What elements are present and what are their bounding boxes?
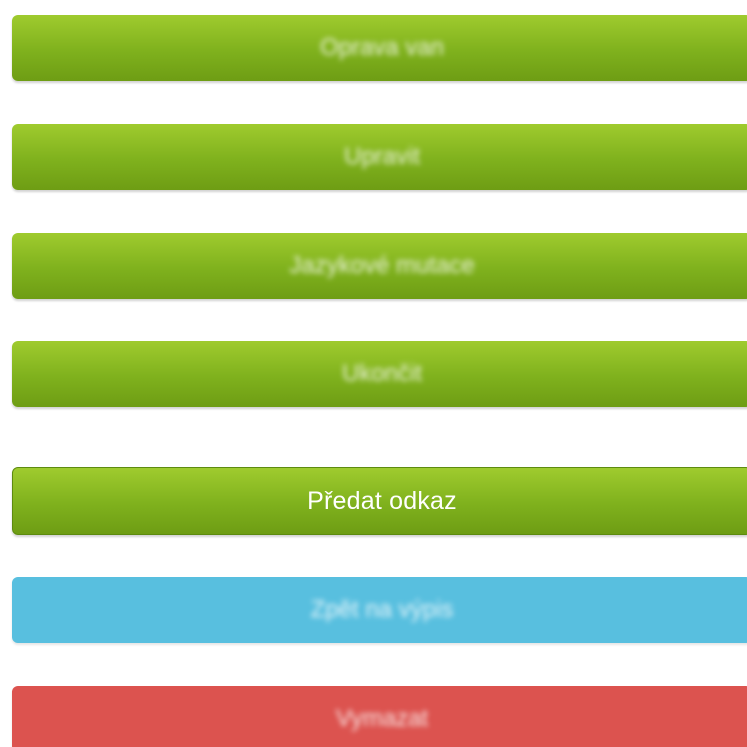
button-label: Jazykové mutace (289, 252, 475, 279)
button-label: Zpět na výpis (310, 596, 454, 623)
share-link-button[interactable]: Předat odkaz (12, 467, 747, 535)
button-stack: Oprava van Upravit Jazykové mutace Ukonč… (0, 0, 747, 747)
back-to-list-button[interactable]: Zpět na výpis (12, 577, 747, 643)
button-label: Oprava van (319, 34, 445, 61)
finish-button[interactable]: Ukončit (12, 341, 747, 407)
button-label: Vymazat (335, 705, 429, 732)
delete-button[interactable]: Vymazat (12, 686, 747, 747)
upravit-button[interactable]: Upravit (12, 124, 747, 190)
button-label: Upravit (343, 143, 421, 170)
button-label: Předat odkaz (307, 486, 457, 515)
language-versions-button[interactable]: Jazykové mutace (12, 233, 747, 299)
oprava-van-button[interactable]: Oprava van (12, 15, 747, 81)
button-label: Ukončit (341, 360, 423, 387)
